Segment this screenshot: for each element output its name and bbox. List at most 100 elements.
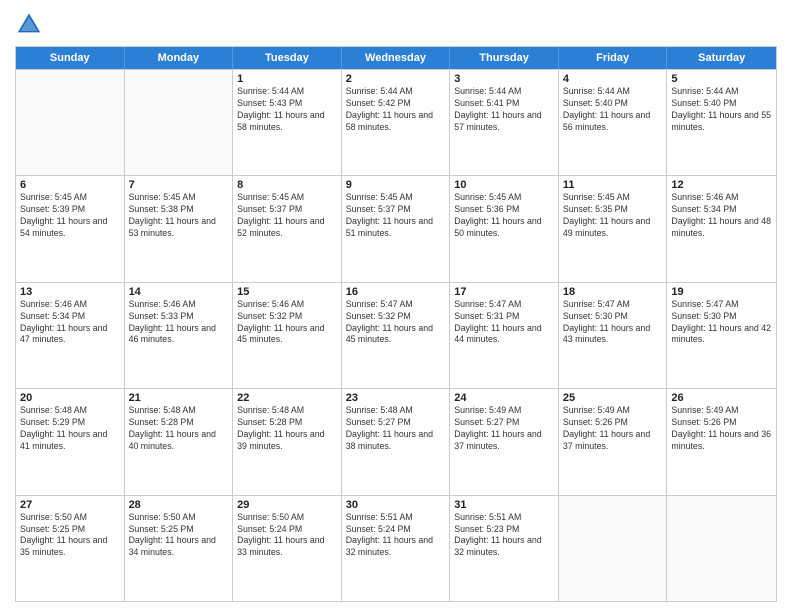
week-row-2: 6Sunrise: 5:45 AM Sunset: 5:39 PM Daylig… [16, 175, 776, 281]
cal-cell: 18Sunrise: 5:47 AM Sunset: 5:30 PM Dayli… [559, 283, 668, 388]
cell-info: Sunrise: 5:49 AM Sunset: 5:26 PM Dayligh… [671, 405, 772, 453]
week-row-4: 20Sunrise: 5:48 AM Sunset: 5:29 PM Dayli… [16, 388, 776, 494]
cal-cell: 17Sunrise: 5:47 AM Sunset: 5:31 PM Dayli… [450, 283, 559, 388]
cal-cell: 2Sunrise: 5:44 AM Sunset: 5:42 PM Daylig… [342, 70, 451, 175]
day-number: 15 [237, 286, 337, 298]
cell-info: Sunrise: 5:46 AM Sunset: 5:34 PM Dayligh… [20, 299, 120, 347]
day-number: 12 [671, 179, 772, 191]
cell-info: Sunrise: 5:44 AM Sunset: 5:43 PM Dayligh… [237, 86, 337, 134]
cell-info: Sunrise: 5:48 AM Sunset: 5:27 PM Dayligh… [346, 405, 446, 453]
day-number: 19 [671, 286, 772, 298]
day-number: 24 [454, 392, 554, 404]
header-day-thursday: Thursday [450, 47, 559, 69]
cell-info: Sunrise: 5:50 AM Sunset: 5:25 PM Dayligh… [129, 512, 229, 560]
day-number: 8 [237, 179, 337, 191]
cell-info: Sunrise: 5:51 AM Sunset: 5:24 PM Dayligh… [346, 512, 446, 560]
cell-info: Sunrise: 5:49 AM Sunset: 5:26 PM Dayligh… [563, 405, 663, 453]
week-row-1: 1Sunrise: 5:44 AM Sunset: 5:43 PM Daylig… [16, 69, 776, 175]
page: SundayMondayTuesdayWednesdayThursdayFrid… [0, 0, 792, 612]
generalblue-logo-icon [15, 10, 43, 38]
cell-info: Sunrise: 5:48 AM Sunset: 5:28 PM Dayligh… [237, 405, 337, 453]
day-number: 6 [20, 179, 120, 191]
header-day-monday: Monday [125, 47, 234, 69]
cell-info: Sunrise: 5:46 AM Sunset: 5:33 PM Dayligh… [129, 299, 229, 347]
cell-info: Sunrise: 5:47 AM Sunset: 5:30 PM Dayligh… [671, 299, 772, 347]
cell-info: Sunrise: 5:47 AM Sunset: 5:32 PM Dayligh… [346, 299, 446, 347]
cal-cell [125, 70, 234, 175]
cal-cell: 3Sunrise: 5:44 AM Sunset: 5:41 PM Daylig… [450, 70, 559, 175]
day-number: 16 [346, 286, 446, 298]
header-day-sunday: Sunday [16, 47, 125, 69]
cal-cell: 27Sunrise: 5:50 AM Sunset: 5:25 PM Dayli… [16, 496, 125, 601]
cal-cell [667, 496, 776, 601]
cal-cell: 24Sunrise: 5:49 AM Sunset: 5:27 PM Dayli… [450, 389, 559, 494]
day-number: 22 [237, 392, 337, 404]
cal-cell: 11Sunrise: 5:45 AM Sunset: 5:35 PM Dayli… [559, 176, 668, 281]
cell-info: Sunrise: 5:45 AM Sunset: 5:37 PM Dayligh… [237, 192, 337, 240]
cal-cell: 4Sunrise: 5:44 AM Sunset: 5:40 PM Daylig… [559, 70, 668, 175]
cal-cell: 28Sunrise: 5:50 AM Sunset: 5:25 PM Dayli… [125, 496, 234, 601]
header [15, 10, 777, 38]
header-day-friday: Friday [559, 47, 668, 69]
header-day-tuesday: Tuesday [233, 47, 342, 69]
cell-info: Sunrise: 5:46 AM Sunset: 5:32 PM Dayligh… [237, 299, 337, 347]
cal-cell: 7Sunrise: 5:45 AM Sunset: 5:38 PM Daylig… [125, 176, 234, 281]
day-number: 20 [20, 392, 120, 404]
cal-cell: 5Sunrise: 5:44 AM Sunset: 5:40 PM Daylig… [667, 70, 776, 175]
cal-cell: 12Sunrise: 5:46 AM Sunset: 5:34 PM Dayli… [667, 176, 776, 281]
cal-cell: 22Sunrise: 5:48 AM Sunset: 5:28 PM Dayli… [233, 389, 342, 494]
cell-info: Sunrise: 5:50 AM Sunset: 5:24 PM Dayligh… [237, 512, 337, 560]
cal-cell: 10Sunrise: 5:45 AM Sunset: 5:36 PM Dayli… [450, 176, 559, 281]
header-day-saturday: Saturday [667, 47, 776, 69]
calendar: SundayMondayTuesdayWednesdayThursdayFrid… [15, 46, 777, 602]
cal-cell: 14Sunrise: 5:46 AM Sunset: 5:33 PM Dayli… [125, 283, 234, 388]
day-number: 26 [671, 392, 772, 404]
day-number: 31 [454, 499, 554, 511]
day-number: 25 [563, 392, 663, 404]
calendar-header-row: SundayMondayTuesdayWednesdayThursdayFrid… [16, 47, 776, 69]
cell-info: Sunrise: 5:47 AM Sunset: 5:30 PM Dayligh… [563, 299, 663, 347]
cal-cell: 21Sunrise: 5:48 AM Sunset: 5:28 PM Dayli… [125, 389, 234, 494]
cell-info: Sunrise: 5:49 AM Sunset: 5:27 PM Dayligh… [454, 405, 554, 453]
cell-info: Sunrise: 5:51 AM Sunset: 5:23 PM Dayligh… [454, 512, 554, 560]
day-number: 7 [129, 179, 229, 191]
cal-cell: 19Sunrise: 5:47 AM Sunset: 5:30 PM Dayli… [667, 283, 776, 388]
day-number: 11 [563, 179, 663, 191]
cell-info: Sunrise: 5:44 AM Sunset: 5:42 PM Dayligh… [346, 86, 446, 134]
day-number: 9 [346, 179, 446, 191]
cell-info: Sunrise: 5:46 AM Sunset: 5:34 PM Dayligh… [671, 192, 772, 240]
cal-cell: 20Sunrise: 5:48 AM Sunset: 5:29 PM Dayli… [16, 389, 125, 494]
cal-cell: 26Sunrise: 5:49 AM Sunset: 5:26 PM Dayli… [667, 389, 776, 494]
week-row-3: 13Sunrise: 5:46 AM Sunset: 5:34 PM Dayli… [16, 282, 776, 388]
day-number: 2 [346, 73, 446, 85]
cal-cell [16, 70, 125, 175]
cell-info: Sunrise: 5:48 AM Sunset: 5:29 PM Dayligh… [20, 405, 120, 453]
cal-cell: 30Sunrise: 5:51 AM Sunset: 5:24 PM Dayli… [342, 496, 451, 601]
cal-cell: 8Sunrise: 5:45 AM Sunset: 5:37 PM Daylig… [233, 176, 342, 281]
day-number: 3 [454, 73, 554, 85]
cell-info: Sunrise: 5:45 AM Sunset: 5:37 PM Dayligh… [346, 192, 446, 240]
cal-cell: 29Sunrise: 5:50 AM Sunset: 5:24 PM Dayli… [233, 496, 342, 601]
day-number: 29 [237, 499, 337, 511]
cal-cell [559, 496, 668, 601]
cal-cell: 6Sunrise: 5:45 AM Sunset: 5:39 PM Daylig… [16, 176, 125, 281]
cal-cell: 1Sunrise: 5:44 AM Sunset: 5:43 PM Daylig… [233, 70, 342, 175]
cal-cell: 13Sunrise: 5:46 AM Sunset: 5:34 PM Dayli… [16, 283, 125, 388]
day-number: 10 [454, 179, 554, 191]
header-day-wednesday: Wednesday [342, 47, 451, 69]
cell-info: Sunrise: 5:45 AM Sunset: 5:39 PM Dayligh… [20, 192, 120, 240]
cal-cell: 15Sunrise: 5:46 AM Sunset: 5:32 PM Dayli… [233, 283, 342, 388]
cell-info: Sunrise: 5:44 AM Sunset: 5:40 PM Dayligh… [563, 86, 663, 134]
cell-info: Sunrise: 5:45 AM Sunset: 5:36 PM Dayligh… [454, 192, 554, 240]
cell-info: Sunrise: 5:45 AM Sunset: 5:35 PM Dayligh… [563, 192, 663, 240]
cal-cell: 25Sunrise: 5:49 AM Sunset: 5:26 PM Dayli… [559, 389, 668, 494]
cal-cell: 9Sunrise: 5:45 AM Sunset: 5:37 PM Daylig… [342, 176, 451, 281]
day-number: 5 [671, 73, 772, 85]
cal-cell: 31Sunrise: 5:51 AM Sunset: 5:23 PM Dayli… [450, 496, 559, 601]
day-number: 30 [346, 499, 446, 511]
cell-info: Sunrise: 5:48 AM Sunset: 5:28 PM Dayligh… [129, 405, 229, 453]
calendar-body: 1Sunrise: 5:44 AM Sunset: 5:43 PM Daylig… [16, 69, 776, 601]
logo [15, 10, 47, 38]
day-number: 1 [237, 73, 337, 85]
day-number: 18 [563, 286, 663, 298]
